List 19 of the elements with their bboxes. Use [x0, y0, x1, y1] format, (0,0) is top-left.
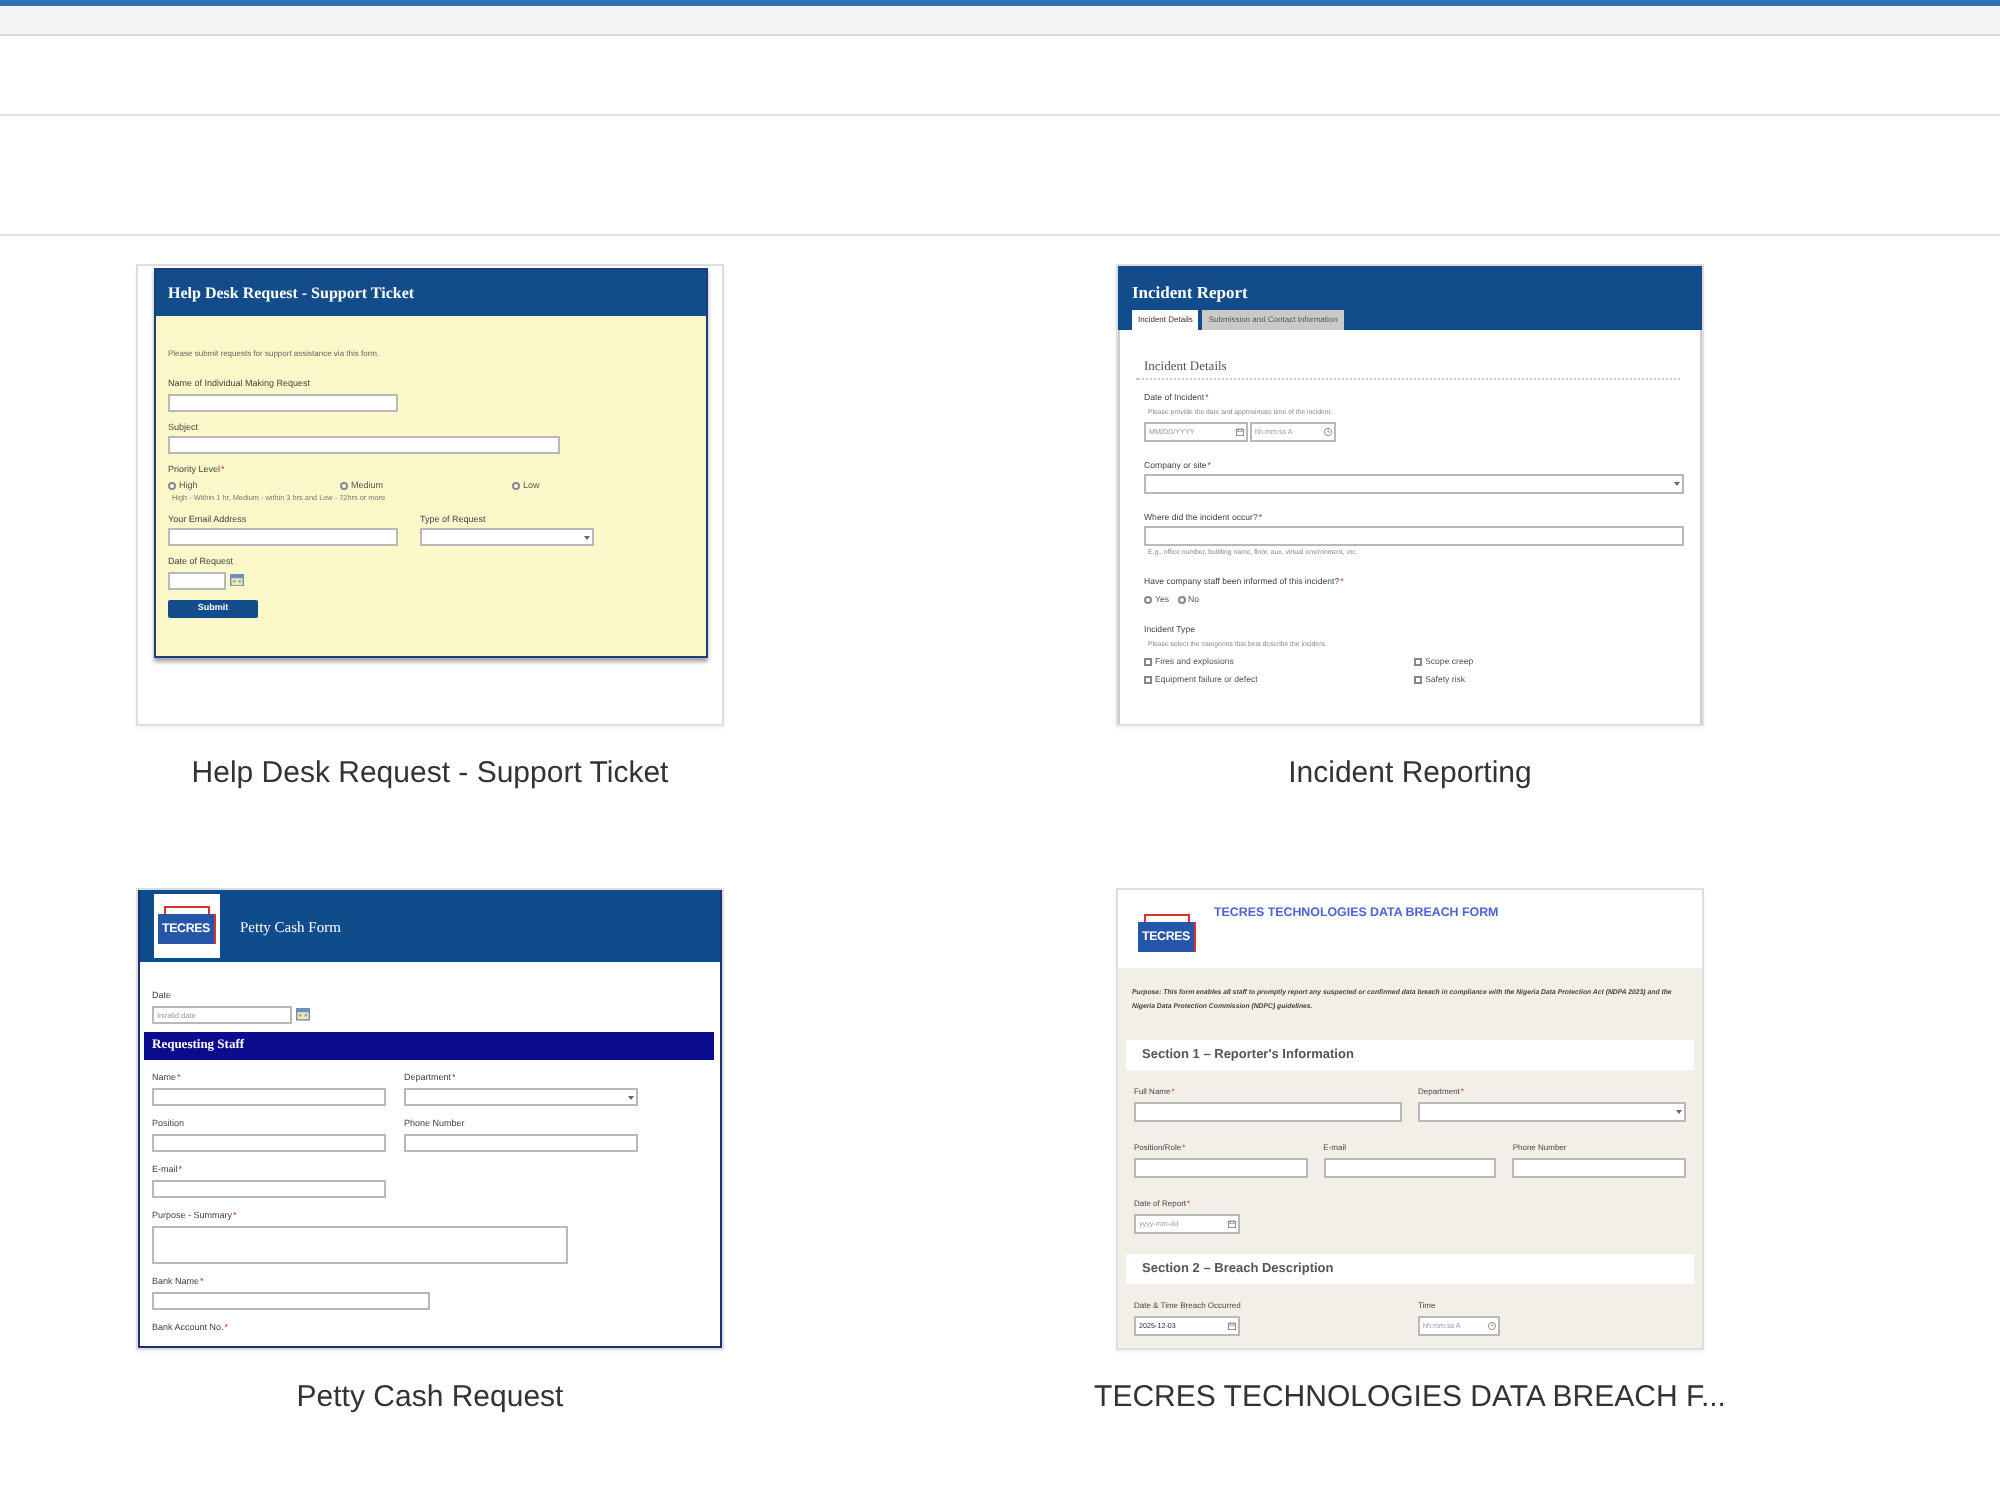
calendar-icon: [295, 1008, 309, 1022]
calendar-icon: [1227, 1322, 1235, 1330]
caret-icon: [583, 535, 589, 539]
caret-icon: [627, 1095, 633, 1099]
form-title: Incident Report: [1132, 280, 1250, 304]
calendar-icon: [1235, 427, 1243, 435]
template-title[interactable]: TECRES TECHNOLOGIES DATA BREACH F...: [1094, 1378, 1726, 1418]
clock-icon: [1323, 427, 1331, 435]
template-thumbnail[interactable]: [136, 264, 724, 726]
date-field: [168, 571, 226, 589]
caret-icon: [1673, 481, 1679, 485]
template-title[interactable]: Petty Cash Request: [296, 1378, 564, 1418]
calendar-icon: [1227, 1220, 1235, 1228]
template-title[interactable]: Incident Reporting: [1288, 754, 1532, 794]
form-title: Help Desk Request - Support Ticket: [168, 284, 415, 302]
caret-icon: [1675, 1110, 1681, 1114]
clock-icon: [1487, 1322, 1495, 1330]
calendar-icon: [229, 573, 243, 587]
template-title[interactable]: Help Desk Request - Support Ticket: [191, 754, 669, 794]
